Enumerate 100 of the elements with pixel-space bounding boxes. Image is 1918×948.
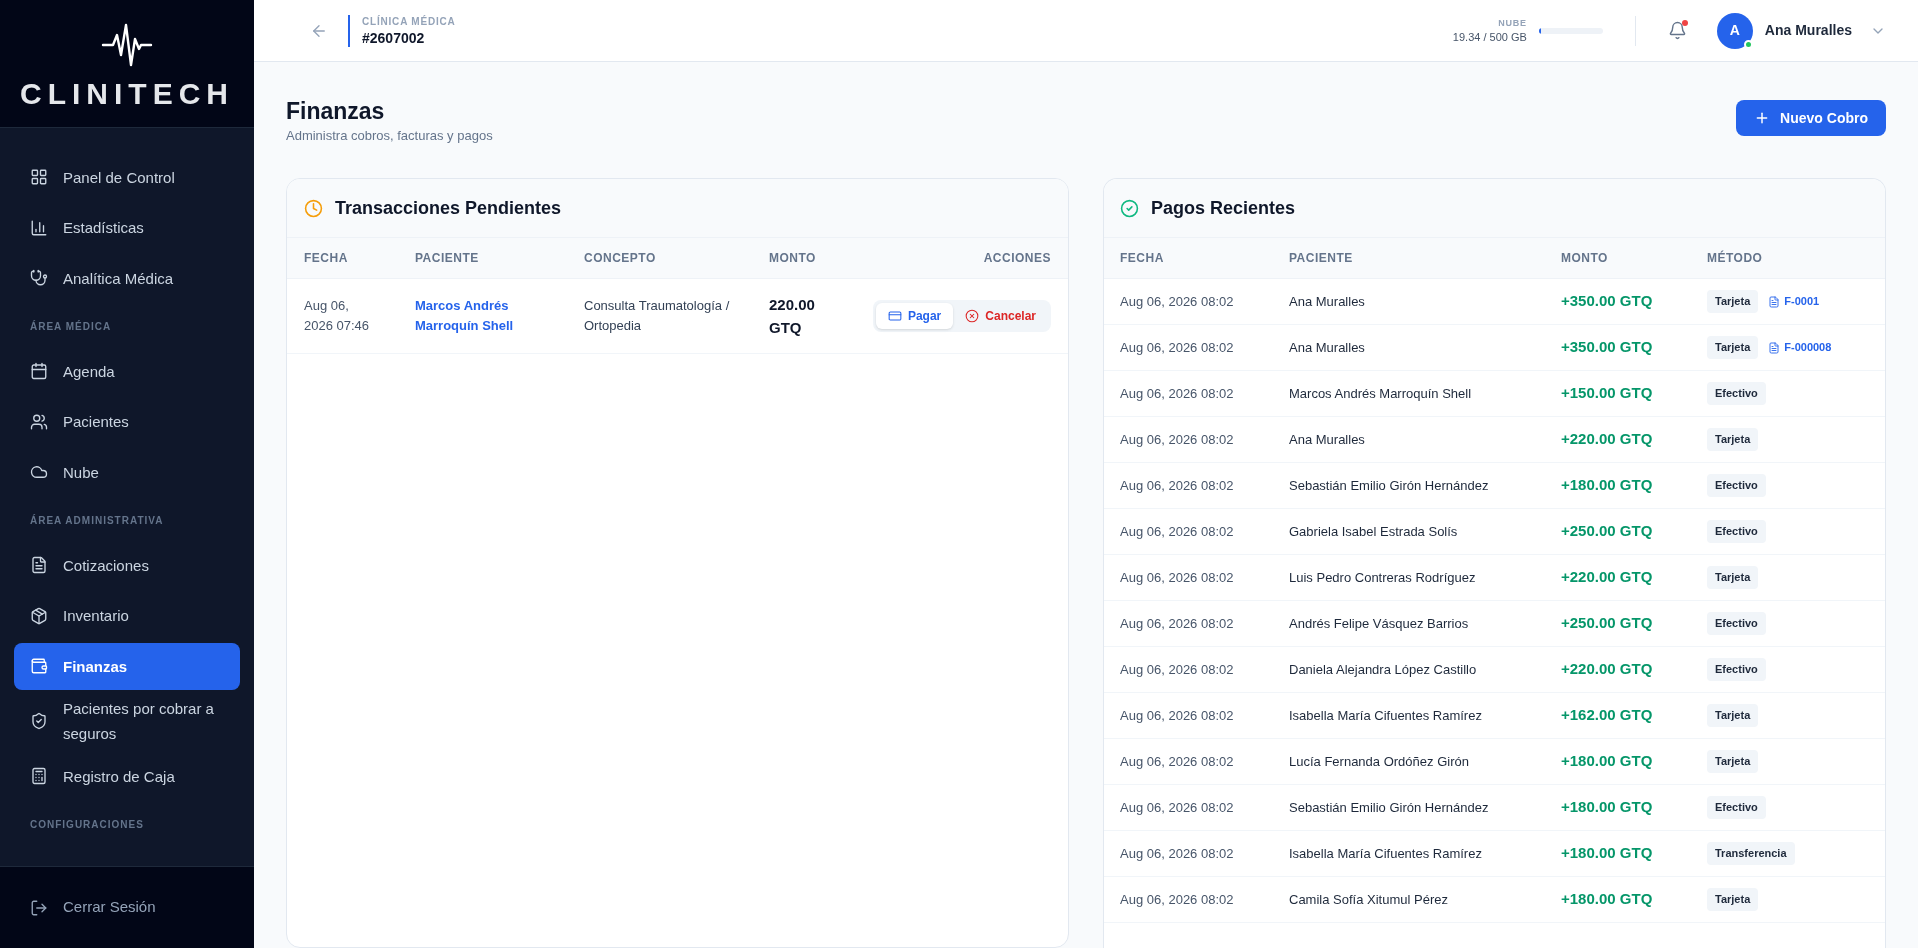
clinic-label: CLÍNICA MÉDICA [362,14,456,29]
table-cell-text: Consulta Traumatología / Ortopedia [584,297,731,335]
nav-item[interactable]: Panel de Control [14,153,240,201]
method-tag: Tarjeta [1707,336,1759,359]
table-cell-text: Ana Muralles [1289,338,1366,357]
table-cell-text: Aug 06, 2026 08:02 [1120,798,1235,817]
amount-cell-text: +220.00 GTQ [1561,567,1654,588]
clinic-id: #2607002 [362,28,426,47]
column-header: PACIENTE [415,250,479,267]
nav-item[interactable]: Registro de Caja [14,752,240,800]
table-cell-text: Aug 06, 2026 08:02 [1120,890,1235,909]
nav-item[interactable]: Estadísticas [14,204,240,251]
table-cell-text: Aug 06, 2026 08:02 [1120,568,1235,587]
table-cell-text: Gabriela Isabel Estrada Solís [1289,522,1459,541]
amount-cell-text: +162.00 GTQ [1561,705,1654,726]
credit-card-icon [887,309,902,323]
amount-cell-text: 220.00 GTQ [769,295,816,338]
table-cell-text: Aug 06, 2026 08:02 [1120,614,1235,633]
storage-label: NUBE [1498,16,1527,30]
stethoscope-icon [30,269,48,287]
table-cell-text: Sebastián Emilio Girón Hernández [1289,798,1490,817]
table-cell-text: Aug 06, 2026 08:02 [1120,522,1235,541]
grid-icon [30,168,48,186]
nav-item[interactable]: Cotizaciones [14,541,240,589]
column-header: MONTO [1561,250,1609,267]
table-cell-text: Aug 06, 2026 08:02 [1120,338,1235,357]
amount-cell-text: +180.00 GTQ [1561,889,1654,910]
nav-item[interactable]: Finanzas [14,642,240,690]
section-label: ÁREA MÉDICA [29,319,113,334]
method-tag: Efectivo [1707,658,1766,681]
cloud-icon [30,463,48,481]
table-cell-text: Luis Pedro Contreras Rodríguez [1289,568,1477,587]
user-avatar: A [1716,12,1753,49]
clock-icon [304,198,323,218]
storage-usage: 19.34 / 500 GB [1452,29,1527,45]
new-charge-button[interactable]: Nuevo Cobro [1736,100,1886,136]
column-header: CONCEPTO [584,250,656,267]
card-title: Transacciones Pendientes [335,196,562,220]
shield-icon [30,712,48,730]
nav-item[interactable]: Inventario [14,592,240,639]
nav-item[interactable]: Agenda [14,347,240,395]
table-cell-text: Ana Muralles [1289,430,1366,449]
check-circle-icon [1120,198,1139,218]
method-tag: Efectivo [1707,796,1766,819]
column-header: MÉTODO [1707,249,1764,267]
amount-cell-text: +220.00 GTQ [1561,429,1654,450]
amount-cell-text: +350.00 GTQ [1561,337,1654,358]
amount-cell-text: +250.00 GTQ [1561,613,1654,634]
column-header: FECHA [304,250,348,267]
patient-link[interactable]: Marcos Andrés Marroquín Shell [415,296,525,336]
card-title: Pagos Recientes [1151,196,1296,220]
table-cell-text: Ana Muralles [1289,292,1366,311]
table-cell-text: Aug 06, 2026 08:02 [1120,430,1235,449]
method-tag: Efectivo [1707,612,1766,635]
amount-cell-text: +350.00 GTQ [1561,291,1654,312]
section-label: CONFIGURACIONES [29,818,145,832]
method-tag: Transferencia [1707,842,1795,865]
document-icon [30,556,48,574]
amount-cell-text: +180.00 GTQ [1561,751,1654,772]
method-tag: Tarjeta [1707,750,1759,773]
calculator-icon [30,767,48,785]
nav-item[interactable]: Nube [14,448,240,496]
method-tag: Efectivo [1707,474,1766,497]
logout-icon [30,898,48,917]
page-subtitle: Administra cobros, facturas y pagos [286,127,493,145]
users-icon [30,412,48,431]
column-header: MONTO [769,250,816,267]
section-label: ÁREA ADMINISTRATIVA [29,513,165,528]
table-cell-text: Daniela Alejandra López Castillo [1289,660,1478,679]
method-tag: Tarjeta [1707,428,1759,451]
nav-item[interactable]: Pacientes [14,398,240,445]
amount-cell-text: +180.00 GTQ [1561,843,1654,864]
user-menu[interactable]: A Ana Muralles [1716,12,1886,49]
method-tag: Tarjeta [1707,888,1759,911]
table-cell-text: Camila Sofía Xitumul Pérez [1289,890,1449,909]
bell-icon [1667,21,1687,40]
amount-cell-text: +180.00 GTQ [1561,797,1654,818]
table-cell-text: Aug 06, 2026 08:02 [1120,292,1235,311]
method-tag: Tarjeta [1707,566,1759,589]
amount-cell-text: +250.00 GTQ [1561,521,1654,542]
table-cell-text: Aug 06, 2026 08:02 [1120,706,1235,725]
notifications-button[interactable] [1667,21,1687,40]
invoice-link[interactable]: F-0001 [1768,293,1820,310]
table-cell-text: Isabella María Cifuentes Ramírez [1289,706,1483,725]
cancel-button[interactable]: Cancelar [953,303,1048,329]
nav-item[interactable]: Analítica Médica [14,254,240,302]
close-circle-icon [965,309,980,323]
logout-link[interactable]: Cerrar Sesión [30,896,156,919]
invoice-link[interactable]: F-000008 [1768,339,1832,356]
table-cell-text: Aug 06, 2026 08:02 [1120,660,1235,679]
method-tag: Efectivo [1707,382,1766,405]
amount-cell-text: +180.00 GTQ [1561,475,1654,496]
column-header: ACCIONES [983,250,1051,267]
document-icon [1768,295,1781,308]
logo-text: CLINITECH [20,78,234,109]
pay-button[interactable]: Pagar [875,303,954,329]
table-cell-text: Sebastián Emilio Girón Hernández [1289,476,1490,495]
table-cell-text: Aug 06, 2026 08:02 [1120,476,1235,495]
table-cell-text: Andrés Felipe Vásquez Barrios [1289,614,1470,633]
nav-item[interactable]: Pacientes por cobrar a seguros [14,693,240,749]
